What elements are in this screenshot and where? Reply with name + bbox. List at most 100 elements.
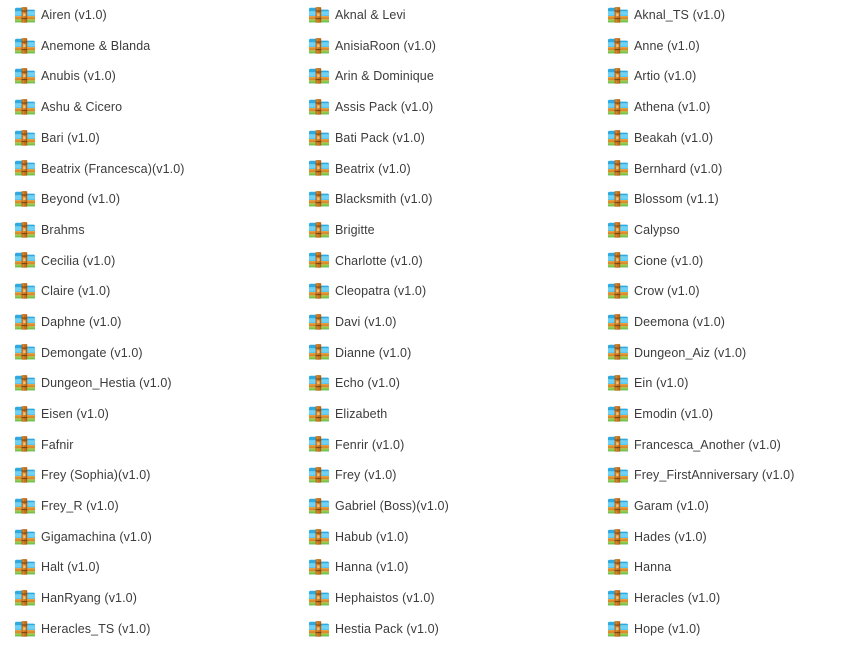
file-name-label: Calypso (634, 222, 680, 237)
file-list-item[interactable]: Hanna (v1.0) (296, 552, 588, 583)
file-list-item[interactable]: Gabriel (Boss)(v1.0) (296, 491, 588, 522)
file-list-item[interactable]: Demongate (v1.0) (0, 338, 300, 369)
file-list-item[interactable]: Cione (v1.0) (595, 246, 847, 277)
file-list-item[interactable]: HanRyang (v1.0) (0, 583, 300, 614)
file-name-label: Blacksmith (v1.0) (335, 192, 433, 207)
file-list-item[interactable]: Hope (v1.0) (595, 614, 847, 645)
file-list-item[interactable]: Hestia Pack (v1.0) (296, 614, 588, 645)
file-list-item[interactable]: Habub (v1.0) (296, 522, 588, 553)
file-list-item[interactable]: Artio (v1.0) (595, 61, 847, 92)
folder-with-book-icon (14, 67, 36, 86)
file-list-item[interactable]: Cecilia (v1.0) (0, 246, 300, 277)
folder-with-book-icon (607, 374, 629, 393)
file-list-item[interactable]: Francesca_Another (v1.0) (595, 430, 847, 461)
file-list-item[interactable]: Blossom (v1.1) (595, 184, 847, 215)
file-list-item[interactable]: AnisiaRoon (v1.0) (296, 31, 588, 62)
folder-with-book-icon (308, 67, 330, 86)
folder-with-book-icon (14, 129, 36, 148)
file-list-item[interactable]: Dianne (v1.0) (296, 338, 588, 369)
folder-with-book-icon (308, 374, 330, 393)
file-list-item[interactable]: Hephaistos (v1.0) (296, 583, 588, 614)
file-list-item[interactable]: Frey (v1.0) (296, 460, 588, 491)
file-list-item[interactable]: Frey_FirstAnniversary (v1.0) (595, 460, 847, 491)
folder-with-book-icon (14, 589, 36, 608)
file-list-item[interactable]: Cleopatra (v1.0) (296, 276, 588, 307)
file-list-item[interactable]: Heracles (v1.0) (595, 583, 847, 614)
file-name-label: Bernhard (v1.0) (634, 161, 723, 176)
file-list-item[interactable]: Aknal_TS (v1.0) (595, 0, 847, 31)
file-list-item[interactable]: Garam (v1.0) (595, 491, 847, 522)
file-name-label: Frey_R (v1.0) (41, 499, 119, 514)
file-list-item[interactable]: Airen (v1.0) (0, 0, 300, 31)
file-name-label: Echo (v1.0) (335, 376, 401, 391)
file-list-grid: Airen (v1.0) Anemone & Blanda Anubis (v1… (0, 0, 847, 650)
file-list-item[interactable]: Athena (v1.0) (595, 92, 847, 123)
file-list-item[interactable]: Anemone & Blanda (0, 31, 300, 62)
file-list-item[interactable]: Emodin (v1.0) (595, 399, 847, 430)
file-list-item[interactable]: Crow (v1.0) (595, 276, 847, 307)
file-list-item[interactable]: Blacksmith (v1.0) (296, 184, 588, 215)
file-name-label: Beakah (v1.0) (634, 130, 714, 145)
file-list-item[interactable]: Charlotte (v1.0) (296, 246, 588, 277)
file-list-item[interactable]: Brahms (0, 215, 300, 246)
file-list-item[interactable]: Fafnir (0, 430, 300, 461)
file-list-item[interactable]: Assis Pack (v1.0) (296, 92, 588, 123)
folder-with-book-icon (308, 497, 330, 516)
file-list-item[interactable]: Claire (v1.0) (0, 276, 300, 307)
file-name-label: Fenrir (v1.0) (335, 437, 405, 452)
file-name-label: Frey (Sophia)(v1.0) (41, 468, 151, 483)
folder-with-book-icon (308, 589, 330, 608)
file-list-item[interactable]: Daphne (v1.0) (0, 307, 300, 338)
file-list-item[interactable]: Deemona (v1.0) (595, 307, 847, 338)
file-list-item[interactable]: Ashu & Cicero (0, 92, 300, 123)
file-name-label: Hope (v1.0) (634, 621, 701, 636)
file-list-item[interactable]: Calypso (595, 215, 847, 246)
file-list-item[interactable]: Ein (v1.0) (595, 368, 847, 399)
folder-with-book-icon (14, 221, 36, 240)
file-list-item[interactable]: Beakah (v1.0) (595, 123, 847, 154)
folder-with-book-icon (14, 98, 36, 117)
file-list-item[interactable]: Frey_R (v1.0) (0, 491, 300, 522)
file-list-item[interactable]: Brigitte (296, 215, 588, 246)
file-list-item[interactable]: Davi (v1.0) (296, 307, 588, 338)
file-list-item[interactable]: Hades (v1.0) (595, 522, 847, 553)
file-list-item[interactable]: Dungeon_Hestia (v1.0) (0, 368, 300, 399)
file-list-item[interactable]: Halt (v1.0) (0, 552, 300, 583)
file-list-item[interactable]: Bari (v1.0) (0, 123, 300, 154)
file-name-label: Hephaistos (v1.0) (335, 591, 435, 606)
file-name-label: Deemona (v1.0) (634, 314, 726, 329)
folder-with-book-icon (607, 98, 629, 117)
file-list-item[interactable]: Arin & Dominique (296, 61, 588, 92)
file-list-item[interactable]: Eisen (v1.0) (0, 399, 300, 430)
file-list-item[interactable]: Anne (v1.0) (595, 31, 847, 62)
folder-with-book-icon (308, 159, 330, 178)
file-list-item[interactable]: Gigamachina (v1.0) (0, 522, 300, 553)
file-list-item[interactable]: Hanna (595, 552, 847, 583)
file-list-item[interactable]: Fenrir (v1.0) (296, 430, 588, 461)
folder-with-book-icon (607, 159, 629, 178)
file-list-item[interactable]: Beatrix (v1.0) (296, 153, 588, 184)
folder-with-book-icon (308, 435, 330, 454)
folder-with-book-icon (308, 528, 330, 547)
file-list-item[interactable]: Beyond (v1.0) (0, 184, 300, 215)
file-list-item[interactable]: Bati Pack (v1.0) (296, 123, 588, 154)
file-name-label: Emodin (v1.0) (634, 407, 714, 422)
file-name-label: Anubis (v1.0) (41, 69, 116, 84)
file-name-label: Bati Pack (v1.0) (335, 130, 425, 145)
file-list-item[interactable]: Anubis (v1.0) (0, 61, 300, 92)
folder-with-book-icon (607, 343, 629, 362)
folder-with-book-icon (607, 251, 629, 270)
file-name-label: Hanna (634, 560, 672, 575)
file-list-item[interactable]: Dungeon_Aiz (v1.0) (595, 338, 847, 369)
file-list-item[interactable]: Frey (Sophia)(v1.0) (0, 460, 300, 491)
file-list-item[interactable]: Aknal & Levi (296, 0, 588, 31)
file-list-item[interactable]: Beatrix (Francesca)(v1.0) (0, 153, 300, 184)
file-list-item[interactable]: Heracles_TS (v1.0) (0, 614, 300, 645)
file-name-label: Bari (v1.0) (41, 130, 100, 145)
file-name-label: Heracles (v1.0) (634, 591, 721, 606)
folder-with-book-icon (607, 405, 629, 424)
file-list-item[interactable]: Echo (v1.0) (296, 368, 588, 399)
file-list-item[interactable]: Bernhard (v1.0) (595, 153, 847, 184)
file-list-column-2: Aknal_TS (v1.0) Anne (v1.0) Artio (v1.0)… (595, 0, 847, 650)
file-list-item[interactable]: Elizabeth (296, 399, 588, 430)
